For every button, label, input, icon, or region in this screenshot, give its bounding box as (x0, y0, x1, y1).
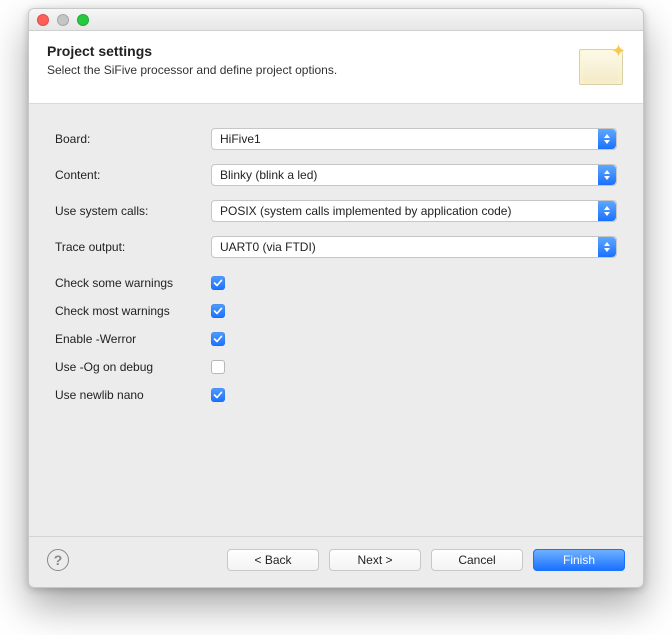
minimize-icon[interactable] (57, 14, 69, 26)
dialog-content: Board: HiFive1 Content: Blinky (blink a … (29, 104, 643, 536)
content-select[interactable]: Blinky (blink a led) (211, 164, 617, 186)
board-value: HiFive1 (220, 132, 261, 146)
titlebar (29, 9, 643, 31)
check-most-warnings-label: Check most warnings (55, 304, 211, 318)
syscalls-label: Use system calls: (55, 204, 211, 218)
trace-label: Trace output: (55, 240, 211, 254)
help-icon[interactable]: ? (47, 549, 69, 571)
chevron-updown-icon (598, 165, 616, 185)
syscalls-value: POSIX (system calls implemented by appli… (220, 204, 511, 218)
syscalls-select[interactable]: POSIX (system calls implemented by appli… (211, 200, 617, 222)
dialog-header: Project settings Select the SiFive proce… (29, 31, 643, 104)
use-newlib-nano-label: Use newlib nano (55, 388, 211, 402)
use-og-label: Use -Og on debug (55, 360, 211, 374)
check-most-warnings-checkbox[interactable] (211, 304, 225, 318)
chevron-updown-icon (598, 237, 616, 257)
check-some-warnings-checkbox[interactable] (211, 276, 225, 290)
chevron-updown-icon (598, 201, 616, 221)
board-label: Board: (55, 132, 211, 146)
back-button[interactable]: < Back (227, 549, 319, 571)
enable-werror-label: Enable -Werror (55, 332, 211, 346)
wizard-icon: ✦ (573, 43, 625, 87)
maximize-icon[interactable] (77, 14, 89, 26)
next-button[interactable]: Next > (329, 549, 421, 571)
content-value: Blinky (blink a led) (220, 168, 317, 182)
close-icon[interactable] (37, 14, 49, 26)
trace-value: UART0 (via FTDI) (220, 240, 316, 254)
chevron-updown-icon (598, 129, 616, 149)
use-newlib-nano-checkbox[interactable] (211, 388, 225, 402)
enable-werror-checkbox[interactable] (211, 332, 225, 346)
content-label: Content: (55, 168, 211, 182)
dialog-window: Project settings Select the SiFive proce… (28, 8, 644, 588)
dialog-footer: ? < Back Next > Cancel Finish (29, 536, 643, 587)
cancel-button[interactable]: Cancel (431, 549, 523, 571)
finish-button[interactable]: Finish (533, 549, 625, 571)
board-select[interactable]: HiFive1 (211, 128, 617, 150)
page-subtitle: Select the SiFive processor and define p… (47, 63, 337, 77)
check-some-warnings-label: Check some warnings (55, 276, 211, 290)
trace-select[interactable]: UART0 (via FTDI) (211, 236, 617, 258)
traffic-lights (37, 14, 89, 26)
page-title: Project settings (47, 43, 337, 59)
use-og-checkbox[interactable] (211, 360, 225, 374)
